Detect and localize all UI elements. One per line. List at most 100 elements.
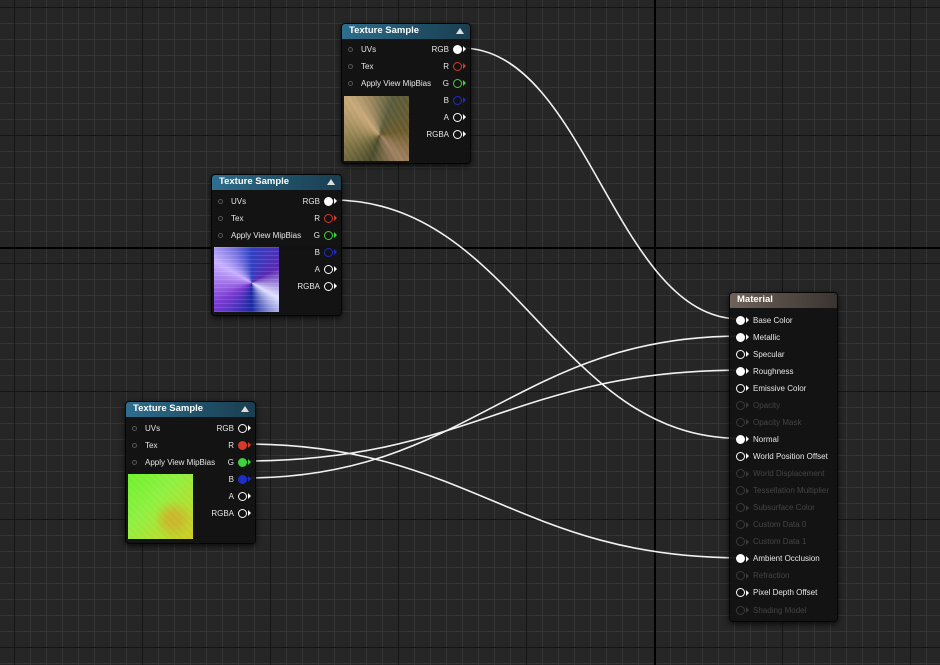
pin-icon	[453, 44, 462, 54]
texture-sample-node-3[interactable]: Texture Sample UVs Tex Apply View MipBia…	[125, 401, 256, 544]
pin-label: UVs	[145, 423, 161, 433]
pin-arrow-icon	[746, 453, 749, 460]
wire-g-to-roughness[interactable]	[245, 369, 741, 462]
output-pin-g[interactable]: G	[443, 76, 466, 90]
pin-arrow-icon	[746, 402, 749, 409]
node-header[interactable]: Texture Sample	[126, 402, 255, 417]
input-pin-tex[interactable]: Tex	[348, 59, 373, 73]
pin-arrow-icon	[746, 607, 749, 614]
pin-icon	[453, 95, 462, 105]
pin-arrow-icon	[334, 232, 337, 238]
pin-label: B	[228, 474, 234, 484]
material-input-opacity-mask: Opacity Mask	[736, 415, 801, 429]
pin-arrow-icon	[463, 63, 466, 69]
pin-label: Metallic	[753, 332, 781, 342]
collapse-arrow-icon[interactable]	[456, 28, 464, 34]
material-input-normal[interactable]: Normal	[736, 432, 779, 446]
output-pin-a[interactable]: A	[315, 262, 337, 276]
pin-icon	[218, 198, 223, 204]
output-pin-rgba[interactable]: RGBA	[297, 279, 337, 293]
wire-rgb-to-base-color[interactable]	[460, 47, 741, 320]
input-pin-tex[interactable]: Tex	[218, 211, 243, 225]
pin-arrow-icon	[334, 198, 337, 204]
input-pin-apply-view-mipbias[interactable]: Apply View MipBias	[132, 455, 215, 469]
material-input-base-color[interactable]: Base Color	[736, 313, 793, 327]
pin-arrow-icon	[746, 572, 749, 579]
pin-icon	[218, 215, 223, 221]
pin-arrow-icon	[746, 385, 749, 392]
output-pin-rgb[interactable]: RGB	[217, 421, 251, 435]
material-node[interactable]: Material Base Color Metallic Specular Rough…	[729, 292, 838, 622]
pin-label: RGBA	[426, 129, 449, 139]
pin-label: Tex	[361, 61, 374, 71]
pin-arrow-icon	[746, 487, 749, 494]
output-pin-g[interactable]: G	[314, 228, 337, 242]
output-pin-a[interactable]: A	[444, 110, 466, 124]
graph-canvas[interactable]: Texture Sample UVs Tex Apply View MipBia…	[0, 0, 940, 665]
output-pin-rgba[interactable]: RGBA	[211, 506, 251, 520]
collapse-arrow-icon[interactable]	[327, 179, 335, 185]
material-input-roughness[interactable]: Roughness	[736, 364, 793, 378]
pin-label: R	[314, 213, 320, 223]
pin-icon	[238, 491, 247, 501]
input-pin-apply-view-mipbias[interactable]: Apply View MipBias	[348, 76, 431, 90]
material-input-world-position-offset[interactable]: World Position Offset	[736, 449, 828, 463]
input-pin-tex[interactable]: Tex	[132, 438, 157, 452]
input-pin-uvs[interactable]: UVs	[218, 194, 246, 208]
material-input-specular[interactable]: Specular	[736, 347, 785, 361]
output-pin-r[interactable]: R	[314, 211, 337, 225]
input-pin-apply-view-mipbias[interactable]: Apply View MipBias	[218, 228, 301, 242]
pin-icon	[348, 46, 353, 52]
output-pin-rgb[interactable]: RGB	[432, 42, 466, 56]
pin-label: B	[443, 95, 449, 105]
node-header[interactable]: Material	[730, 293, 837, 308]
pin-label: Emissive Color	[753, 383, 807, 393]
material-input-tessellation-multiplier: Tessellation Multiplier	[736, 484, 829, 498]
pin-label: R	[443, 61, 449, 71]
node-header[interactable]: Texture Sample	[342, 24, 470, 39]
pin-arrow-icon	[746, 470, 749, 477]
texture-sample-node-2[interactable]: Texture Sample UVs Tex Apply View MipBia…	[211, 174, 342, 316]
pin-icon	[736, 451, 745, 461]
output-pin-g[interactable]: G	[228, 455, 251, 469]
pin-label: Tessellation Multiplier	[753, 486, 830, 496]
collapse-arrow-icon[interactable]	[241, 406, 249, 412]
output-pin-r[interactable]: R	[443, 59, 466, 73]
wire-r-to-ambient-occlusion[interactable]	[245, 443, 741, 559]
pin-arrow-icon	[746, 351, 749, 358]
pin-icon	[238, 440, 247, 450]
output-pin-b[interactable]: B	[229, 472, 251, 486]
pin-icon	[736, 349, 745, 359]
pin-label: Apply View MipBias	[145, 457, 216, 467]
pin-icon	[736, 554, 745, 564]
pin-arrow-icon	[463, 131, 466, 137]
pin-arrow-icon	[746, 504, 749, 511]
output-pin-a[interactable]: A	[229, 489, 251, 503]
pin-icon	[132, 425, 137, 431]
output-pin-r[interactable]: R	[228, 438, 251, 452]
node-header[interactable]: Texture Sample	[212, 175, 341, 190]
pin-icon	[238, 423, 247, 433]
pin-icon	[736, 434, 745, 444]
wire-rgb-to-normal[interactable]	[331, 199, 741, 440]
output-pin-rgba[interactable]: RGBA	[426, 127, 466, 141]
material-input-subsurface-color: Subsurface Color	[736, 501, 815, 515]
pin-arrow-icon	[746, 317, 749, 323]
pin-label: Tex	[231, 213, 244, 223]
texture-sample-node-1[interactable]: Texture Sample UVs Tex Apply View MipBia…	[341, 23, 471, 164]
material-input-emissive-color[interactable]: Emissive Color	[736, 381, 806, 395]
material-input-refraction: Refraction	[736, 569, 789, 583]
input-pin-uvs[interactable]: UVs	[132, 421, 160, 435]
pin-label: UVs	[361, 44, 377, 54]
output-pin-b[interactable]: B	[315, 245, 337, 259]
input-pin-uvs[interactable]: UVs	[348, 42, 376, 56]
pin-arrow-icon	[248, 510, 251, 516]
wire-b-to-metallic[interactable]	[245, 335, 741, 479]
material-input-metallic[interactable]: Metallic	[736, 330, 780, 344]
material-input-pixel-depth-offset[interactable]: Pixel Depth Offset	[736, 586, 817, 600]
material-input-ambient-occlusion[interactable]: Ambient Occlusion	[736, 552, 820, 566]
material-input-custom-data-1: Custom Data 1	[736, 535, 806, 549]
material-input-shading-model: Shading Model	[736, 603, 806, 617]
output-pin-rgb[interactable]: RGB	[303, 194, 337, 208]
output-pin-b[interactable]: B	[444, 93, 466, 107]
